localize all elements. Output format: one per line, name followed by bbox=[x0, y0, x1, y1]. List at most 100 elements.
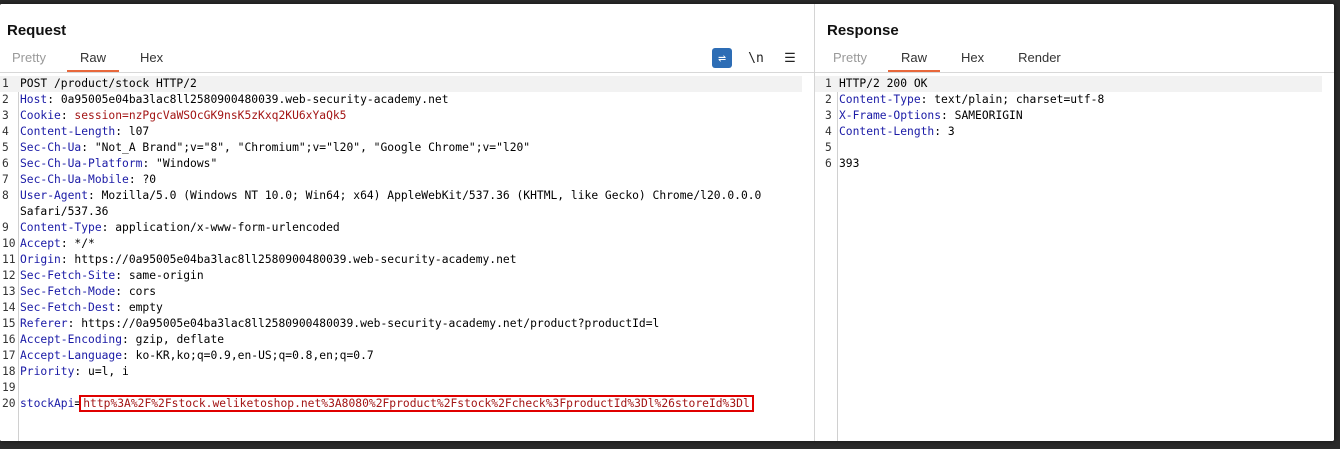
response-line: 5 bbox=[815, 140, 1322, 156]
line-number: 20 bbox=[2, 397, 16, 410]
separator: : bbox=[142, 157, 157, 170]
response-tab-hex[interactable]: Hex bbox=[961, 48, 984, 70]
line-number: 19 bbox=[2, 381, 16, 394]
line-number: 12 bbox=[2, 269, 16, 282]
response-lines: 1 HTTP/2 200 OK 2 Content-Type: text/plain;… bbox=[815, 76, 1322, 172]
line-content: Content-Length: 3 bbox=[837, 124, 955, 140]
header-name: Accept-Language bbox=[20, 349, 123, 362]
request-line: 18 Priority: u=l, i bbox=[0, 364, 802, 380]
separator: : bbox=[128, 173, 143, 186]
response-tab-raw[interactable]: Raw bbox=[887, 48, 941, 72]
response-tab-render[interactable]: Render bbox=[1018, 48, 1061, 70]
word-wrap-icon[interactable]: ⇌ bbox=[712, 48, 732, 68]
line-number: 3 bbox=[2, 109, 9, 122]
line-content: POST /product/stock HTTP/2 bbox=[18, 76, 197, 92]
header-name: Sec-Fetch-Dest bbox=[20, 301, 116, 314]
separator: : bbox=[122, 333, 136, 346]
header-value: https://0a95005e04ba3lac8ll2580900480039… bbox=[74, 253, 517, 266]
request-line: 7 Sec-Ch-Ua-Mobile: ?0 bbox=[0, 172, 802, 188]
header-name: Sec-Ch-Ua bbox=[20, 141, 82, 154]
line-content: Origin: https://0a95005e04ba3lac8ll25809… bbox=[18, 252, 517, 268]
line-number: 1 bbox=[825, 77, 832, 90]
line-number: 2 bbox=[825, 93, 832, 106]
line-content: User-Agent: Mozilla/5.0 (Windows NT 10.0… bbox=[18, 188, 761, 204]
separator: : bbox=[60, 109, 75, 122]
response-editor[interactable]: 1 HTTP/2 200 OK 2 Content-Type: text/plain;… bbox=[815, 76, 1334, 441]
header-value: empty bbox=[128, 301, 163, 314]
separator: : bbox=[60, 253, 75, 266]
request-line: 3 Cookie: session=nzPgcVaWSOcGK9nsK5zKxq2… bbox=[0, 108, 802, 124]
line-content: Cookie: session=nzPgcVaWSOcGK9nsK5zKxq2K… bbox=[18, 108, 346, 124]
request-tab-pretty[interactable]: Pretty bbox=[12, 48, 46, 70]
line-content bbox=[837, 140, 839, 156]
separator: : bbox=[47, 93, 61, 106]
stockapi-value-highlight: http%3A%2F%2Fstock.weliketoshop.net%3A80… bbox=[79, 395, 754, 412]
header-name: Accept bbox=[20, 237, 61, 250]
header-value: 0a95005e04ba3lac8ll2580900480039.web-sec… bbox=[60, 93, 449, 106]
request-panel: Request Pretty Raw Hex ⇌ \n ☰ 1 POST /pro… bbox=[0, 4, 815, 441]
line-content: Content-Length: l07 bbox=[18, 124, 149, 140]
line-number: 17 bbox=[2, 349, 16, 362]
header-value: SAMEORIGIN bbox=[954, 109, 1023, 122]
header-value: application/x-www-form-urlencoded bbox=[115, 221, 340, 234]
line-content: X-Frame-Options: SAMEORIGIN bbox=[837, 108, 1023, 124]
header-value: POST /product/stock HTTP/2 bbox=[20, 77, 197, 90]
menu-icon[interactable]: ☰ bbox=[780, 48, 800, 68]
request-line: 16 Accept-Encoding: gzip, deflate bbox=[0, 332, 802, 348]
show-newlines-button[interactable]: \n bbox=[746, 48, 766, 68]
line-number: 3 bbox=[825, 109, 832, 122]
line-content bbox=[18, 380, 20, 396]
request-line: Safari/537.36 bbox=[0, 204, 802, 220]
header-value: "Windows" bbox=[156, 157, 218, 170]
request-line: 9 Content-Type: application/x-www-form-ur… bbox=[0, 220, 802, 236]
line-content: stockApi= http%3A%2F%2Fstock.weliketoshop… bbox=[18, 395, 754, 412]
request-line: 1 POST /product/stock HTTP/2 bbox=[0, 76, 802, 92]
line-number: 5 bbox=[2, 141, 9, 154]
header-name: Sec-Fetch-Site bbox=[20, 269, 116, 282]
header-value: 3 bbox=[947, 125, 955, 138]
line-content: Host: 0a95005e04ba3lac8ll2580900480039.w… bbox=[18, 92, 449, 108]
header-value: HTTP/2 200 OK bbox=[839, 77, 928, 90]
line-number bbox=[0, 204, 18, 220]
header-name: Referer bbox=[20, 317, 68, 330]
header-name: Cookie bbox=[20, 109, 61, 122]
separator: : bbox=[115, 285, 129, 298]
line-content: Safari/537.36 bbox=[18, 204, 108, 220]
line-number: 15 bbox=[2, 317, 16, 330]
line-content: Sec-Ch-Ua: "Not_A Brand";v="8", "Chromiu… bbox=[18, 140, 530, 156]
line-content: HTTP/2 200 OK bbox=[837, 76, 927, 92]
header-value: gzip, deflate bbox=[135, 333, 225, 346]
header-name: Content-Length bbox=[839, 125, 935, 138]
line-content: Priority: u=l, i bbox=[18, 364, 129, 380]
response-tab-pretty[interactable]: Pretty bbox=[833, 48, 867, 70]
request-tab-raw[interactable]: Raw bbox=[66, 48, 120, 72]
header-value: Mozilla/5.0 (Windows NT 10.0; Win64; x64… bbox=[101, 189, 762, 202]
request-editor[interactable]: 1 POST /product/stock HTTP/2 2 Host: 0a9500… bbox=[0, 76, 814, 441]
request-tabs: Pretty Raw Hex bbox=[12, 48, 197, 72]
line-content: Sec-Fetch-Site: same-origin bbox=[18, 268, 204, 284]
response-panel: Response Pretty Raw Hex Render 1 HTTP/2 2… bbox=[815, 4, 1334, 441]
line-number: 9 bbox=[2, 221, 9, 234]
line-number: 10 bbox=[2, 237, 16, 250]
line-number: 16 bbox=[2, 333, 16, 346]
line-content: Sec-Ch-Ua-Platform: "Windows" bbox=[18, 156, 217, 172]
request-line: 15 Referer: https://0a95005e04ba3lac8ll25… bbox=[0, 316, 802, 332]
header-name: Content-Length bbox=[20, 125, 116, 138]
line-content: 393 bbox=[837, 156, 859, 172]
separator: : bbox=[115, 269, 129, 282]
separator: : bbox=[122, 349, 136, 362]
line-content: Accept-Encoding: gzip, deflate bbox=[18, 332, 224, 348]
line-number: 14 bbox=[2, 301, 16, 314]
line-content: Accept-Language: ko-KR,ko;q=0.9,en-US;q=… bbox=[18, 348, 374, 364]
line-number: 4 bbox=[2, 125, 9, 138]
response-line: 2 Content-Type: text/plain; charset=utf-8 bbox=[815, 92, 1322, 108]
response-tabs: Pretty Raw Hex Render bbox=[833, 48, 1095, 72]
request-tab-hex[interactable]: Hex bbox=[140, 48, 163, 70]
line-content: Content-Type: text/plain; charset=utf-8 bbox=[837, 92, 1104, 108]
separator: : bbox=[74, 365, 89, 378]
request-line: 5 Sec-Ch-Ua: "Not_A Brand";v="8", "Chromi… bbox=[0, 140, 802, 156]
line-number: 6 bbox=[825, 157, 832, 170]
line-content: Sec-Fetch-Mode: cors bbox=[18, 284, 156, 300]
request-line: 6 Sec-Ch-Ua-Platform: "Windows" bbox=[0, 156, 802, 172]
header-name: X-Frame-Options bbox=[839, 109, 942, 122]
